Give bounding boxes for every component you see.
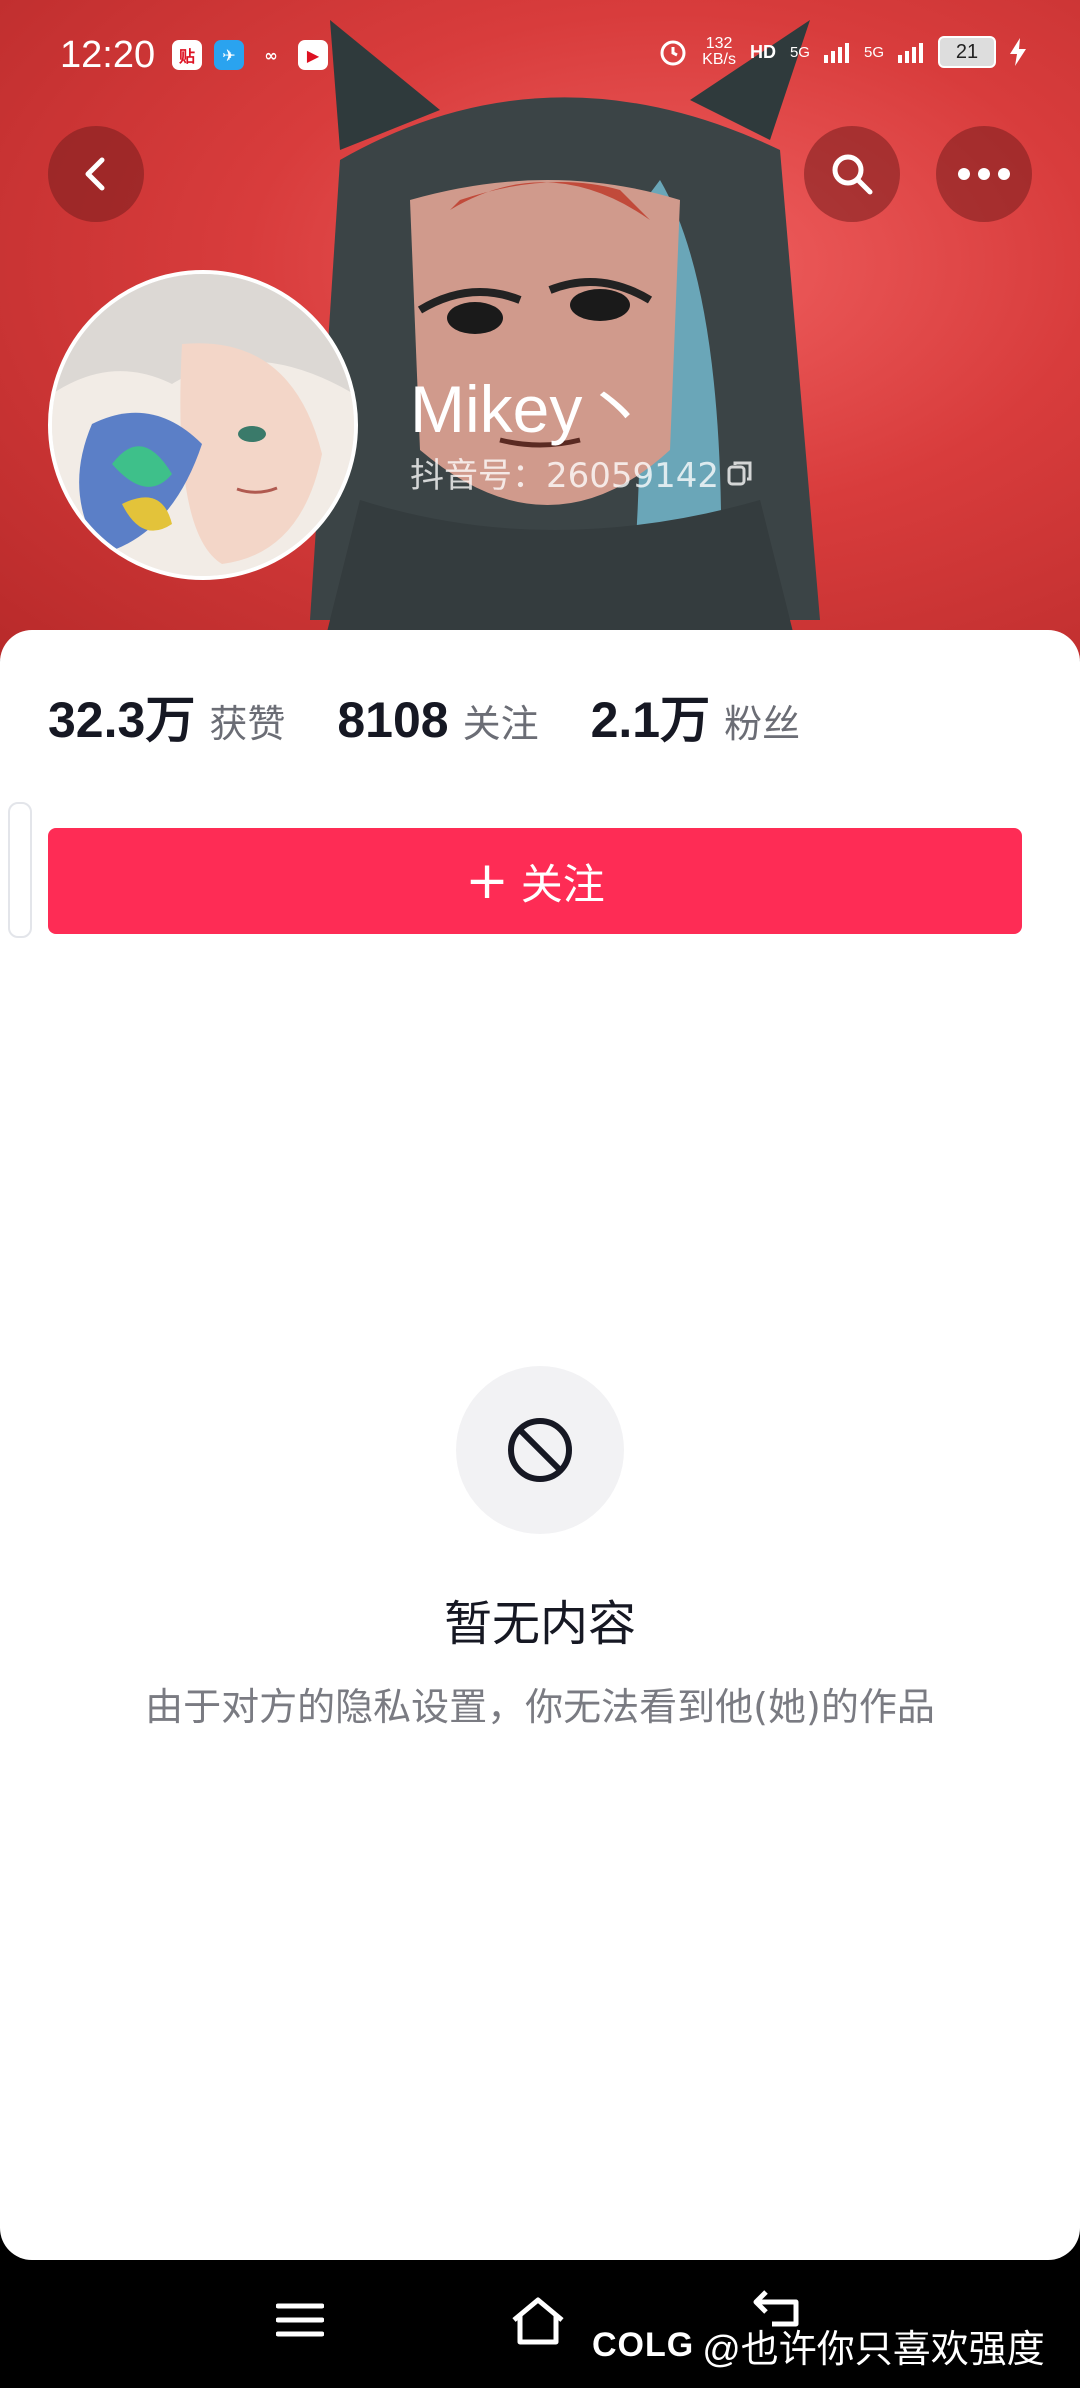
watermark: COLG @也许你只喜欢强度 [592, 2318, 1045, 2373]
network-speed-unit: KB/s [702, 51, 736, 68]
empty-state-title: 暂无内容 [443, 1596, 636, 1652]
link-notification-icon: ∞ [264, 45, 278, 65]
plus-icon: + [465, 851, 509, 911]
watermark-text: @也许你只喜欢强度 [702, 2329, 1045, 2371]
empty-state-icon-circle [456, 1366, 624, 1534]
network-speed: 132 KB/s [702, 36, 736, 68]
video-notification-icon: ▶ [298, 40, 328, 70]
empty-state-description: 由于对方的隐私设置，你无法看到他(她)的作品 [145, 1685, 935, 1729]
signal-bars-icon [898, 43, 923, 63]
sim2-signal: 5G [863, 43, 884, 61]
side-drawer-handle[interactable] [8, 802, 32, 938]
profile-content-card: 32.3万 获赞 8108 关注 2.1万 粉丝 + 关注 暂无内容 由于对方的… [0, 630, 1080, 2260]
home-icon[interactable] [510, 2296, 566, 2346]
followers-count[interactable]: 2.1万 [591, 680, 711, 752]
signal-bars-icon [823, 43, 849, 63]
profile-username: Mikey丶 [410, 372, 649, 446]
more-options-button[interactable] [936, 126, 1032, 222]
search-button[interactable] [804, 126, 900, 222]
status-bar: 12:20 贴 ✈ ∞ ▶ 132 KB/s HD 5G 5G 21 [0, 0, 1080, 116]
douyin-id[interactable]: 抖音号：26059142 [410, 448, 753, 497]
app-notification-icon: 贴 [172, 40, 202, 70]
telegram-notification-icon: ✈ [214, 40, 244, 70]
following-label[interactable]: 关注 [463, 693, 539, 748]
battery-indicator: 21 [938, 36, 996, 68]
status-time: 12:20 [60, 34, 156, 76]
avatar[interactable] [48, 270, 358, 580]
back-button[interactable] [48, 126, 144, 222]
status-app-icons: 贴 ✈ ∞ ▶ [172, 40, 328, 70]
douyin-id-text: 抖音号：26059142 [410, 456, 720, 496]
follow-button[interactable]: + 关注 [48, 828, 1022, 934]
forbidden-icon [508, 1418, 572, 1482]
likes-label: 获赞 [209, 702, 286, 746]
alarm-icon [660, 40, 686, 66]
more-dots-icon [958, 168, 1010, 180]
followers-label[interactable]: 粉丝 [724, 693, 800, 748]
chevron-left-icon [85, 157, 105, 191]
copy-icon[interactable] [727, 460, 753, 486]
avatar-image [52, 274, 354, 576]
hd-badge: HD [749, 41, 776, 62]
sim1-signal: 5G [789, 43, 810, 61]
search-icon [832, 154, 873, 195]
follow-button-label: 关注 [520, 859, 605, 909]
status-indicators: 132 KB/s HD 5G 5G 21 [658, 36, 1026, 68]
watermark-logo: COLG [592, 2326, 695, 2364]
menu-icon[interactable] [276, 2296, 324, 2344]
charging-icon [1010, 38, 1026, 66]
profile-stats: 32.3万 获赞 8108 关注 2.1万 粉丝 [48, 680, 852, 752]
following-count[interactable]: 8108 [337, 691, 448, 749]
likes-count: 32.3万 [48, 692, 196, 748]
network-speed-value: 132 [705, 35, 733, 52]
